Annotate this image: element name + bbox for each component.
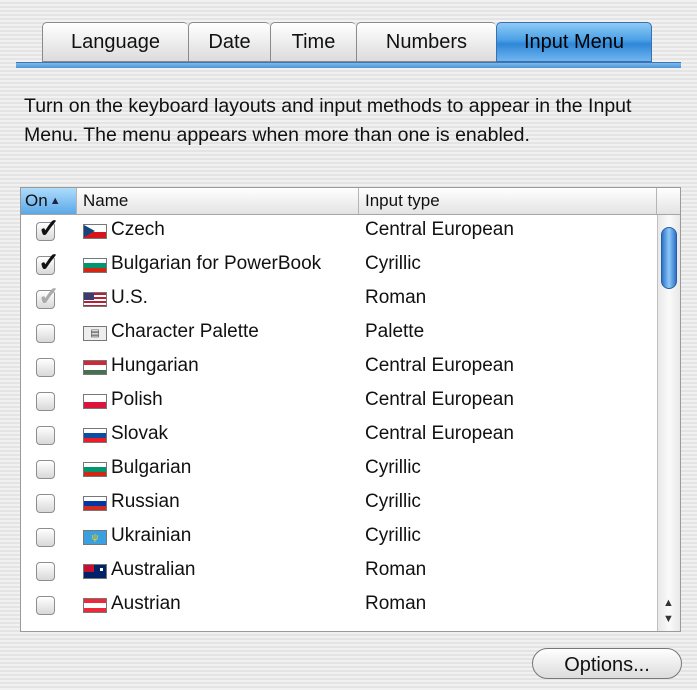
checkmark-icon: ✓ [38, 213, 60, 243]
enable-checkbox[interactable] [36, 392, 55, 411]
slovak-flag-icon [83, 428, 107, 443]
table-row[interactable]: Australian Roman [21, 555, 659, 589]
tab-time[interactable]: Time [270, 22, 356, 62]
table-row[interactable]: Slovak Central European [21, 419, 659, 453]
description-text: Turn on the keyboard layouts and input m… [24, 95, 632, 146]
layout-name: Russian [111, 491, 180, 512]
czech-flag-icon [83, 224, 107, 239]
sort-ascending-icon: ▲ [49, 195, 61, 207]
table-row[interactable]: ✓ U.S. Roman [21, 281, 659, 317]
column-header-input-type[interactable]: Input type [359, 188, 657, 214]
enable-checkbox[interactable] [36, 460, 55, 479]
table-row[interactable]: Russian Cyrillic [21, 487, 659, 521]
layout-name: Austrian [111, 593, 181, 614]
enable-checkbox[interactable] [36, 562, 55, 581]
table-row[interactable]: Austrian Roman [21, 589, 659, 623]
input-type: Cyrillic [365, 457, 421, 478]
enable-checkbox[interactable] [36, 494, 55, 513]
scroll-down-arrow-icon[interactable]: ▼ [663, 613, 674, 625]
tab-date[interactable]: Date [188, 22, 270, 62]
character-palette-icon: ▤ [83, 326, 107, 341]
table-rows: ✓ Czech Central European ✓ Bulgarian for Pow… [21, 213, 659, 623]
input-type: Roman [365, 593, 427, 614]
polish-flag-icon [83, 394, 107, 409]
column-header-name[interactable]: Name [77, 188, 359, 214]
tab-input-menu[interactable]: Input Menu [496, 22, 652, 62]
table-row[interactable]: Bulgarian Cyrillic [21, 453, 659, 487]
input-type: Central European [365, 355, 514, 376]
enable-checkbox[interactable] [36, 596, 55, 615]
scroll-up-arrow-icon[interactable]: ▲ [663, 597, 674, 609]
layout-name: Czech [111, 219, 165, 240]
input-type: Cyrillic [365, 491, 421, 512]
enable-checkbox[interactable]: ✓ [36, 247, 60, 277]
column-header-on[interactable]: On ▲ [21, 188, 77, 214]
tab-bar: Language Date Time Numbers Input Menu [42, 22, 652, 64]
table-row[interactable]: ψ Ukrainian Cyrillic [21, 521, 659, 555]
us-flag-icon [83, 292, 107, 307]
input-sources-table: On ▲ Name Input type ✓ Czech Central Europe… [20, 187, 681, 632]
enable-checkbox[interactable]: ✓ [36, 281, 60, 311]
input-type: Central European [365, 219, 514, 240]
layout-name: Character Palette [111, 321, 259, 342]
enable-checkbox[interactable]: ✓ [36, 213, 60, 243]
enable-checkbox[interactable] [36, 528, 55, 547]
input-type: Roman [365, 559, 427, 580]
input-type: Central European [365, 389, 514, 410]
australian-flag-icon [83, 564, 107, 579]
table-header: On ▲ Name Input type [21, 188, 680, 215]
layout-name: Hungarian [111, 355, 199, 376]
layout-name: U.S. [111, 287, 148, 308]
checkmark-icon: ✓ [38, 281, 60, 311]
tab-divider [16, 62, 681, 68]
russian-flag-icon [83, 496, 107, 511]
hungarian-flag-icon [83, 360, 107, 375]
checkmark-icon: ✓ [38, 247, 60, 277]
bulgarian-flag-icon [83, 258, 107, 273]
layout-name: Australian [111, 559, 196, 580]
table-row[interactable]: Hungarian Central European [21, 351, 659, 385]
table-row[interactable]: Polish Central European [21, 385, 659, 419]
input-type: Cyrillic [365, 525, 421, 546]
layout-name: Bulgarian for PowerBook [111, 253, 322, 274]
input-type: Cyrillic [365, 253, 421, 274]
input-type: Central European [365, 423, 514, 444]
column-header-filler [657, 188, 680, 214]
tab-numbers[interactable]: Numbers [356, 22, 496, 62]
austrian-flag-icon [83, 598, 107, 613]
enable-checkbox[interactable] [36, 426, 55, 445]
vertical-scrollbar[interactable]: ▲ ▼ [657, 215, 680, 631]
column-on-label: On [25, 191, 48, 210]
layout-name: Slovak [111, 423, 169, 444]
enable-checkbox[interactable] [36, 358, 55, 377]
table-row[interactable]: ✓ Czech Central European [21, 213, 659, 249]
tab-language[interactable]: Language [42, 22, 188, 62]
options-button[interactable]: Options... [532, 648, 682, 679]
ukrainian-flag-icon: ψ [83, 530, 107, 545]
enable-checkbox[interactable] [36, 324, 55, 343]
input-type: Palette [365, 321, 425, 342]
table-row[interactable]: ▤ Character Palette Palette [21, 317, 659, 351]
scrollbar-thumb[interactable] [661, 227, 677, 289]
table-row[interactable]: ✓ Bulgarian for PowerBook Cyrillic [21, 247, 659, 283]
input-type: Roman [365, 287, 427, 308]
layout-name: Bulgarian [111, 457, 192, 478]
layout-name: Ukrainian [111, 525, 192, 546]
bulgarian-flag-icon [83, 462, 107, 477]
layout-name: Polish [111, 389, 163, 410]
